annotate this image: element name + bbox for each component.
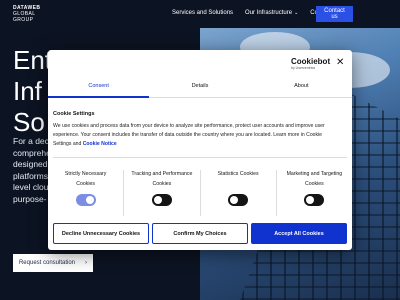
statistics-toggle[interactable]	[228, 194, 249, 206]
category-statistics: Statistics Cookies	[199, 170, 276, 216]
accept-all-button[interactable]: Accept All Cookies	[251, 223, 347, 244]
marketing-targeting-toggle[interactable]	[304, 194, 325, 206]
cookie-consent-dialog: Cookiebot by Usercentrics ✕ Consent Deta…	[48, 50, 352, 250]
category-marketing-targeting: Marketing and Targeting Cookies	[275, 170, 352, 216]
cookie-notice-link[interactable]: Cookie Notice	[83, 141, 117, 147]
decline-unnecessary-button[interactable]: Decline Unnecessary Cookies	[53, 223, 149, 244]
strictly-necessary-toggle[interactable]	[75, 194, 96, 206]
category-tracking-performance: Tracking and Performance Cookies	[123, 170, 199, 216]
tab-details[interactable]: Details	[149, 80, 250, 97]
divider	[53, 157, 347, 158]
close-icon[interactable]: ✕	[336, 58, 344, 68]
category-strictly-necessary: Strictly Necessary Cookies	[48, 170, 123, 216]
confirm-choices-button[interactable]: Confirm My Choices	[152, 223, 248, 244]
cookie-settings-title: Cookie Settings	[53, 111, 95, 117]
cookie-categories: Strictly Necessary Cookies Tracking and …	[48, 170, 352, 216]
tab-consent[interactable]: Consent	[48, 80, 150, 98]
tab-about[interactable]: About	[251, 80, 352, 97]
tracking-performance-toggle[interactable]	[151, 194, 172, 206]
consent-tabs: Consent Details About	[48, 80, 352, 98]
cookie-settings-text: We use cookies and process data from you…	[53, 123, 325, 147]
consent-buttons: Decline Unnecessary Cookies Confirm My C…	[53, 223, 347, 244]
cookiebot-logo: Cookiebot by Usercentrics	[291, 57, 331, 71]
